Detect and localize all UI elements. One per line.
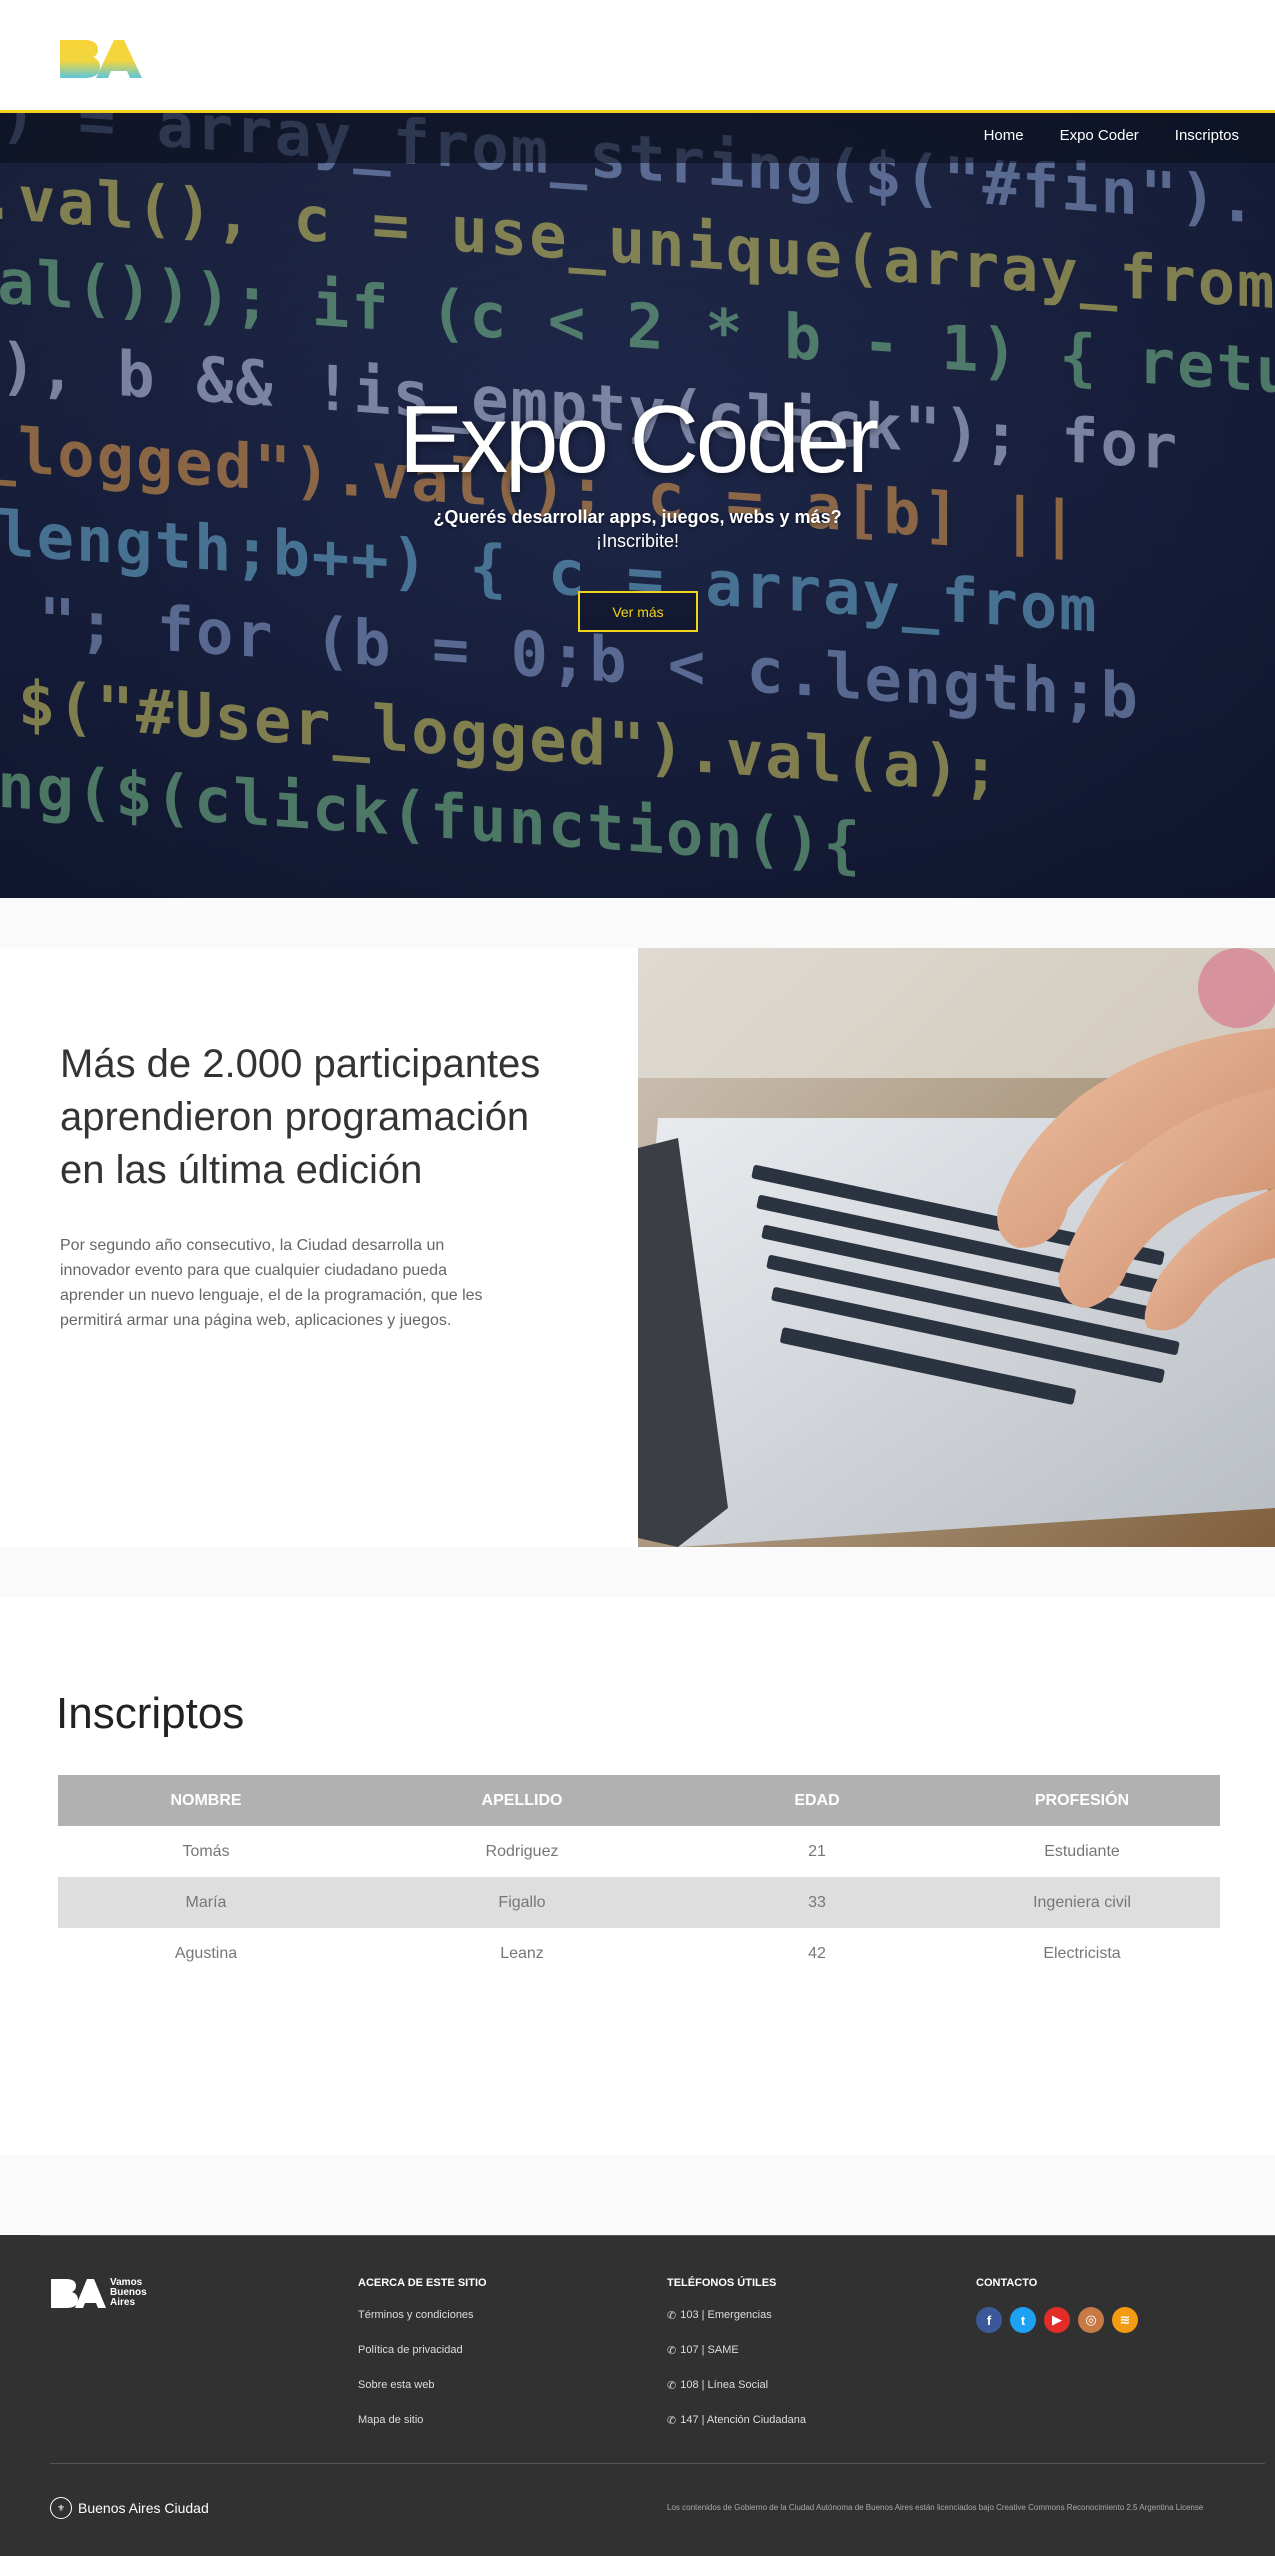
inscriptos-section: Inscriptos NOMBRE APELLIDO EDAD PROFESIÓ… [0,1597,1275,2155]
cell-edad: 33 [808,1893,826,1911]
nav-bar: Home Expo Coder Inscriptos [0,113,1275,163]
cell-nombre: Tomás [182,1842,230,1860]
footer-phones-title: TELÉFONOS ÚTILES [667,2277,777,2289]
table-row: María Figallo 33 Ingeniera civil [58,1877,1220,1928]
nav-inscriptos[interactable]: Inscriptos [1175,127,1239,144]
footer-divider [50,2463,1265,2464]
ba-logo[interactable] [58,34,144,80]
cell-nombre: Agustina [174,1944,238,1962]
footer-link-mapa[interactable]: Mapa de sitio [358,2414,487,2449]
city-seal-icon: ⚜ [50,2497,72,2519]
phone-item[interactable]: ✆ 107 | SAME [667,2344,806,2379]
license-text: Los contenidos de Gobierno de la Ciudad … [667,2503,1204,2512]
footer-about: ACERCA DE ESTE SITIO Términos y condicio… [358,2277,487,2449]
footer-link-privacidad[interactable]: Política de privacidad [358,2344,487,2379]
site-header [0,0,1275,113]
laptop-illustration [638,948,1275,1547]
footer-top-divider [40,2235,1275,2236]
phone-icon: ✆ [667,2380,677,2392]
phone-label[interactable]: 108 | Línea Social [680,2379,768,2391]
phone-item[interactable]: ✆ 147 | Atención Ciudadana [667,2414,806,2449]
phone-icon: ✆ [667,2345,677,2357]
footer-link-label[interactable]: Política de privacidad [358,2344,463,2356]
phone-label[interactable]: 107 | SAME [680,2344,739,2356]
column-header-nombre: NOMBRE [170,1791,242,1809]
phone-icon: ✆ [667,2310,677,2322]
footer-link-terminos[interactable]: Términos y condiciones [358,2309,487,2344]
facebook-icon[interactable]: f [976,2307,1002,2333]
inscriptos-title: Inscriptos [56,1689,245,1738]
footer-logo-text: Vamos Buenos Aires [110,2277,147,2308]
inscriptos-table: NOMBRE APELLIDO EDAD PROFESIÓN Tomás Rod… [58,1775,1220,1979]
youtube-icon[interactable]: ▶ [1044,2307,1070,2333]
feature-text: Más de 2.000 participantes aprendieron p… [60,1038,580,1333]
main-nav: Home Expo Coder Inscriptos [984,127,1239,144]
column-header-profesion: PROFESIÓN [1034,1791,1130,1809]
phone-icon: ✆ [667,2415,677,2427]
table-row: Tomás Rodriguez 21 Estudiante [58,1826,1220,1877]
footer-logo[interactable]: Vamos Buenos Aires [50,2277,150,2309]
ver-mas-button[interactable]: Ver más [578,591,698,632]
cell-profesion: Estudiante [1044,1842,1120,1860]
footer-about-title: ACERCA DE ESTE SITIO [358,2277,487,2289]
instagram-icon[interactable]: ◎ [1078,2307,1104,2333]
rss-icon[interactable]: ≋ [1112,2307,1138,2333]
phone-item[interactable]: ✆ 108 | Línea Social [667,2379,806,2414]
cell-edad: 21 [808,1842,826,1860]
site-footer: Vamos Buenos Aires ACERCA DE ESTE SITIO … [0,2235,1275,2556]
cell-nombre: María [185,1893,227,1911]
cell-profesion: Electricista [1043,1944,1121,1962]
footer-ba-logo [51,2279,106,2308]
phone-label[interactable]: 147 | Atención Ciudadana [680,2414,806,2426]
feature-section: Más de 2.000 participantes aprendieron p… [0,948,1275,1547]
footer-phones: TELÉFONOS ÚTILES ✆ 103 | Emergencias ✆ 107… [667,2277,806,2449]
hero-subtitle-line2: ¡Inscribite! [595,531,680,551]
footer-link-sobre[interactable]: Sobre esta web [358,2379,487,2414]
cell-apellido: Figallo [498,1893,546,1911]
cell-apellido: Leanz [500,1944,544,1962]
cell-apellido: Rodriguez [485,1842,559,1860]
table-header-row: NOMBRE APELLIDO EDAD PROFESIÓN [58,1775,1220,1826]
cell-edad: 42 [808,1944,826,1962]
bottom-brand-text: Buenos Aires Ciudad [78,2500,209,2516]
footer-contact: CONTACTO f t ▶ ◎ ≋ [976,2277,1138,2333]
nav-expo-coder[interactable]: Expo Coder [1060,127,1139,144]
twitter-icon[interactable]: t [1010,2307,1036,2333]
phone-label[interactable]: 103 | Emergencias [680,2309,772,2321]
laptop-image [638,948,1275,1547]
table-row: Agustina Leanz 42 Electricista [58,1928,1220,1979]
feature-title: Más de 2.000 participantes aprendieron p… [60,1042,541,1192]
footer-link-label[interactable]: Mapa de sitio [358,2414,423,2426]
buenos-aires-ciudad-logo[interactable]: ⚜ Buenos Aires Ciudad [50,2497,209,2519]
hero-subtitle: ¿Querés desarrollar apps, juegos, webs y… [0,505,1275,553]
phone-item[interactable]: ✆ 103 | Emergencias [667,2309,806,2344]
hero-section: }) = array_from_string($("#fin"). ").val(… [0,113,1275,898]
column-header-apellido: APELLIDO [481,1791,563,1809]
nav-home[interactable]: Home [984,127,1024,144]
footer-link-label[interactable]: Términos y condiciones [358,2309,474,2321]
footer-link-label[interactable]: Sobre esta web [358,2379,434,2391]
social-links: f t ▶ ◎ ≋ [976,2307,1138,2333]
hero-title: Expo Coder [399,386,879,493]
footer-contact-title: CONTACTO [976,2277,1038,2289]
cell-profesion: Ingeniera civil [1033,1893,1131,1911]
hero-subtitle-line1: ¿Querés desarrollar apps, juegos, webs y… [433,507,842,527]
column-header-edad: EDAD [794,1791,840,1809]
feature-body: Por segundo año consecutivo, la Ciudad d… [60,1237,483,1329]
